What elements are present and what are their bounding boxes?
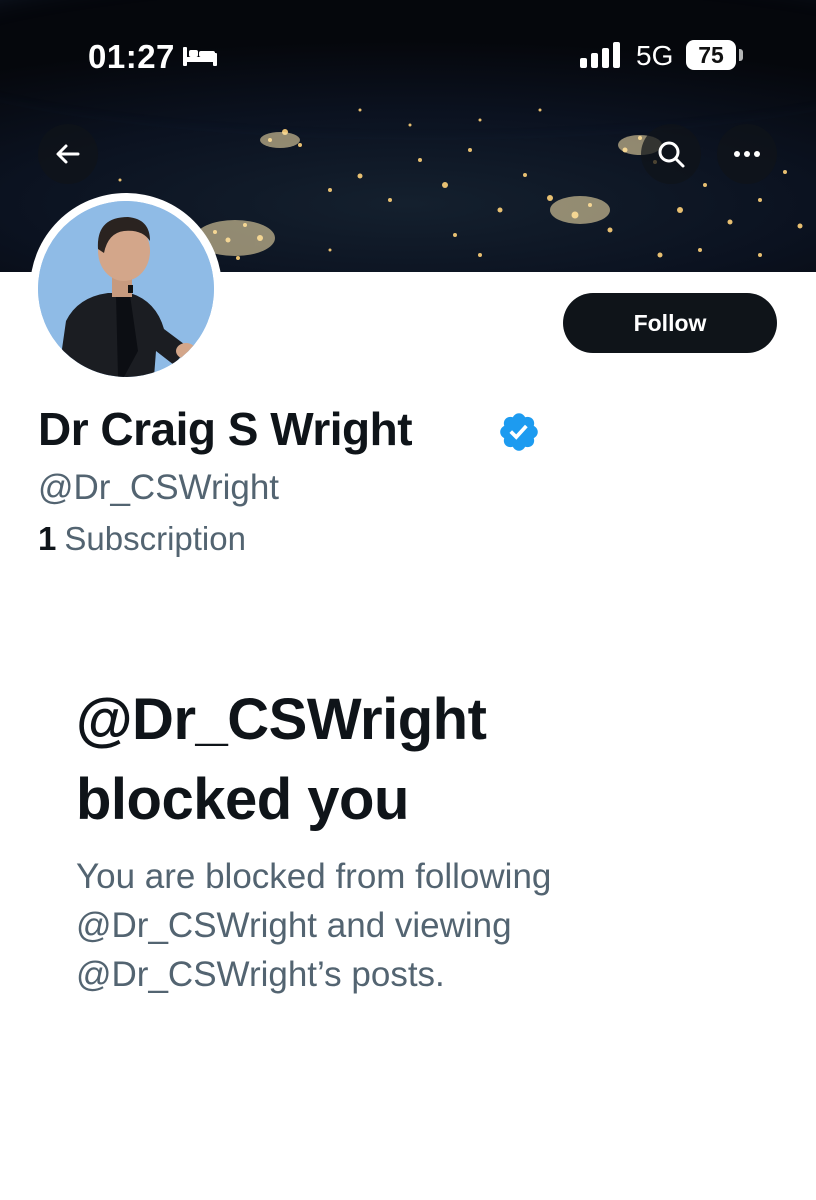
search-icon xyxy=(658,141,685,168)
bed-icon xyxy=(182,45,218,72)
blocked-description: You are blocked from following @Dr_CSWri… xyxy=(76,852,696,999)
avatar[interactable] xyxy=(30,193,222,385)
blocked-desc-line1: You are blocked from following xyxy=(76,857,552,896)
status-time: 01:27 xyxy=(88,38,175,75)
blocked-title-line1: @Dr_CSWright xyxy=(76,687,487,752)
subscription-count: 1 xyxy=(38,520,57,557)
more-options-button[interactable] xyxy=(717,124,777,184)
back-button[interactable] xyxy=(38,124,98,184)
subscriptions-link[interactable]: 1 Subscription xyxy=(38,520,246,558)
follow-button[interactable]: Follow xyxy=(563,293,777,353)
blocked-desc-line3: @Dr_CSWright’s posts. xyxy=(76,955,445,994)
more-icon xyxy=(734,151,760,157)
battery-cap xyxy=(739,49,743,61)
status-bar: 01:27 5G 75 xyxy=(0,0,816,100)
network-type: 5G xyxy=(636,40,674,71)
battery-icon: 75 xyxy=(686,40,736,70)
avatar-photo xyxy=(38,201,214,377)
verified-badge-icon[interactable] xyxy=(497,410,541,459)
blocked-title: @Dr_CSWright blocked you xyxy=(76,680,676,840)
blocked-desc-line2: @Dr_CSWright and viewing xyxy=(76,906,512,945)
display-name: Dr Craig S Wright xyxy=(38,403,413,455)
back-arrow-icon xyxy=(56,144,80,164)
profile-handle: @Dr_CSWright xyxy=(38,468,280,507)
search-button[interactable] xyxy=(641,124,701,184)
subscription-label: Subscription xyxy=(64,520,246,557)
blocked-title-line2: blocked you xyxy=(76,767,409,832)
signal-icon xyxy=(580,42,622,73)
